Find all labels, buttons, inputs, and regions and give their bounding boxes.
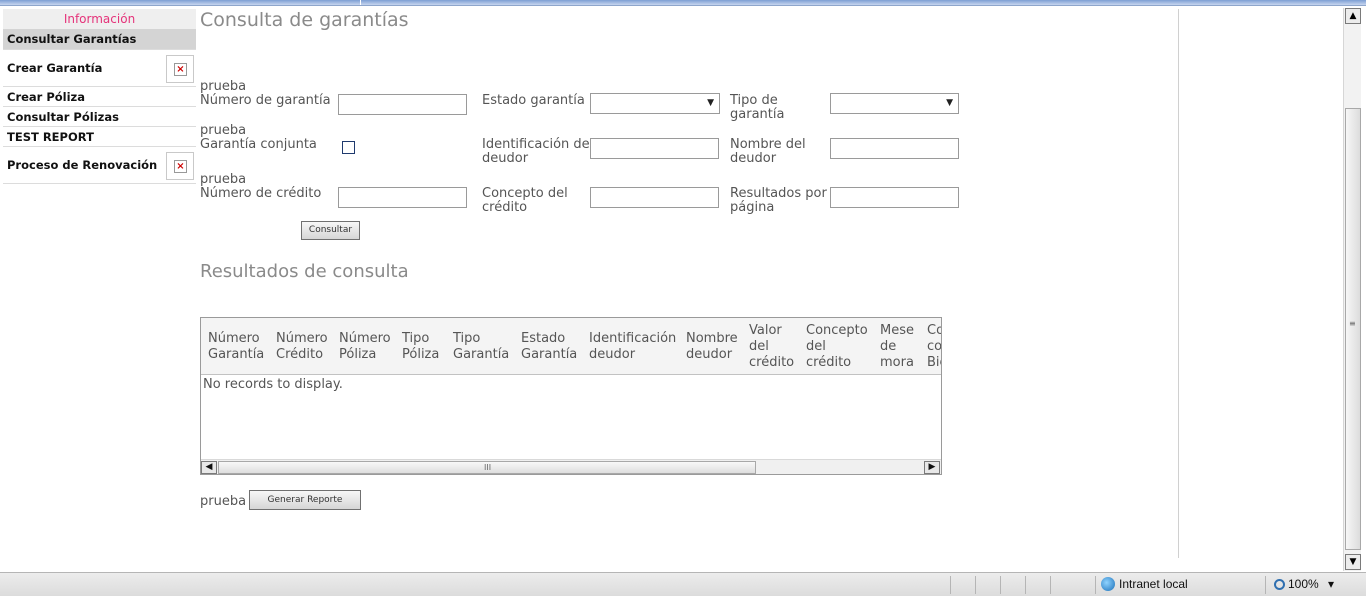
grid-header: Número Garantía Número Crédito Número Pó…: [201, 318, 941, 375]
window-top-strip: [0, 0, 1366, 6]
consultar-button[interactable]: Consultar: [301, 221, 360, 240]
report-prefix-label: prueba: [200, 494, 247, 509]
status-separator: [1025, 576, 1026, 594]
garantia-conjunta-checkbox[interactable]: [342, 141, 355, 154]
page-title: Consulta de garantías: [200, 9, 409, 31]
status-separator: [1265, 576, 1266, 594]
column-header[interactable]: Nombre deudor: [686, 318, 738, 375]
sidebar-item-label: Consultar Pólizas: [7, 110, 119, 124]
sidebar-header: Información: [3, 9, 196, 29]
scroll-grip-icon: ≡: [1349, 319, 1356, 328]
column-header[interactable]: Identificación deudor: [589, 318, 676, 375]
empty-message: No records to display.: [203, 377, 343, 392]
identificacion-deudor-input[interactable]: [590, 138, 719, 159]
chevron-down-icon: ▾: [1328, 577, 1335, 591]
sidebar-item-consultar-garantias[interactable]: Consultar Garantías: [3, 29, 196, 50]
column-header[interactable]: Tipo Garantía: [453, 318, 509, 375]
generar-reporte-button[interactable]: Generar Reporte: [249, 490, 361, 510]
column-header[interactable]: Número Garantía: [208, 318, 264, 375]
content-divider: [1178, 9, 1179, 558]
status-separator: [975, 576, 976, 594]
zoom-level: 100%: [1288, 577, 1319, 591]
prefix-label: prueba: [200, 123, 247, 138]
sidebar-item-test-report[interactable]: TEST REPORT: [3, 127, 196, 147]
security-zone: Intranet local: [1101, 577, 1188, 591]
horizontal-scrollbar[interactable]: ◀ III ▶: [201, 459, 941, 474]
status-separator: [1050, 576, 1051, 594]
sidebar-item-label: TEST REPORT: [7, 130, 94, 144]
numero-garantia-input[interactable]: [338, 94, 467, 115]
close-icon: ×: [174, 63, 187, 76]
scroll-right-icon[interactable]: ▶: [924, 461, 940, 474]
garantia-conjunta-label: Garantía conjunta: [200, 137, 317, 152]
sidebar-item-label: Consultar Garantías: [7, 32, 137, 46]
column-header[interactable]: Co co Bie: [927, 318, 941, 375]
sidebar-item-label: Crear Garantía: [7, 61, 103, 75]
close-icon: ×: [174, 160, 187, 173]
column-header[interactable]: Mese de mora: [880, 318, 914, 375]
globe-icon: [1101, 577, 1115, 591]
column-header[interactable]: Estado Garantía: [521, 318, 577, 375]
tab-separator: [360, 0, 361, 5]
estado-garantia-select[interactable]: ▼: [590, 93, 720, 114]
sidebar-item-crear-poliza[interactable]: Crear Póliza: [3, 87, 196, 107]
column-header[interactable]: Tipo Póliza: [402, 318, 439, 375]
tipo-garantia-label: Tipo de garantía: [730, 93, 785, 122]
identificacion-deudor-label: Identificación del deudor: [482, 137, 594, 166]
status-separator: [1000, 576, 1001, 594]
close-button[interactable]: ×: [166, 152, 194, 180]
nombre-deudor-input[interactable]: [830, 138, 959, 159]
numero-garantia-label: Número de garantía: [200, 93, 331, 108]
estado-garantia-label: Estado garantía: [482, 93, 585, 108]
results-grid: Número Garantía Número Crédito Número Pó…: [200, 317, 942, 475]
concepto-credito-label: Concepto del crédito: [482, 186, 568, 215]
column-header[interactable]: Concepto del crédito: [806, 318, 868, 375]
sidebar-item-label: Crear Póliza: [7, 90, 86, 104]
prefix-label: prueba: [200, 79, 247, 94]
scroll-grip-icon: III: [484, 463, 492, 472]
chevron-down-icon: ▼: [707, 98, 714, 108]
nombre-deudor-label: Nombre del deudor: [730, 137, 806, 166]
resultados-pagina-label: Resultados por página: [730, 186, 827, 215]
sidebar-item-proceso-renovacion[interactable]: Proceso de Renovación ×: [3, 147, 196, 184]
zone-label: Intranet local: [1119, 577, 1188, 591]
column-header[interactable]: Valor del crédito: [749, 318, 794, 375]
close-button[interactable]: ×: [166, 55, 194, 83]
column-header[interactable]: Número Póliza: [339, 318, 391, 375]
concepto-credito-input[interactable]: [590, 187, 719, 208]
scroll-thumb[interactable]: ≡: [1345, 108, 1361, 550]
resultados-pagina-input[interactable]: [830, 187, 959, 208]
status-separator: [950, 576, 951, 594]
sidebar: Información Consultar Garantías Crear Ga…: [3, 9, 196, 184]
column-header[interactable]: Número Crédito: [276, 318, 328, 375]
results-title: Resultados de consulta: [200, 261, 409, 282]
scroll-up-icon[interactable]: ▲: [1345, 8, 1361, 24]
vertical-scrollbar[interactable]: ▲ ≡ ▼: [1343, 8, 1361, 571]
status-bar: Intranet local 100% ▾: [0, 572, 1366, 596]
chevron-down-icon: ▼: [946, 98, 953, 108]
sidebar-item-consultar-polizas[interactable]: Consultar Pólizas: [3, 107, 196, 127]
sidebar-item-label: Proceso de Renovación: [7, 158, 158, 172]
scroll-thumb[interactable]: III: [218, 461, 756, 474]
zoom-icon: [1274, 579, 1285, 590]
numero-credito-input[interactable]: [338, 187, 467, 208]
zoom-control[interactable]: 100% ▾: [1274, 577, 1334, 591]
scroll-left-icon[interactable]: ◀: [201, 461, 217, 474]
tipo-garantia-select[interactable]: ▼: [830, 93, 959, 114]
status-separator: [1095, 576, 1096, 594]
sidebar-item-crear-garantia[interactable]: Crear Garantía ×: [3, 50, 196, 87]
scroll-down-icon[interactable]: ▼: [1345, 554, 1361, 570]
numero-credito-label: Número de crédito: [200, 186, 322, 201]
prefix-label: prueba: [200, 172, 247, 187]
